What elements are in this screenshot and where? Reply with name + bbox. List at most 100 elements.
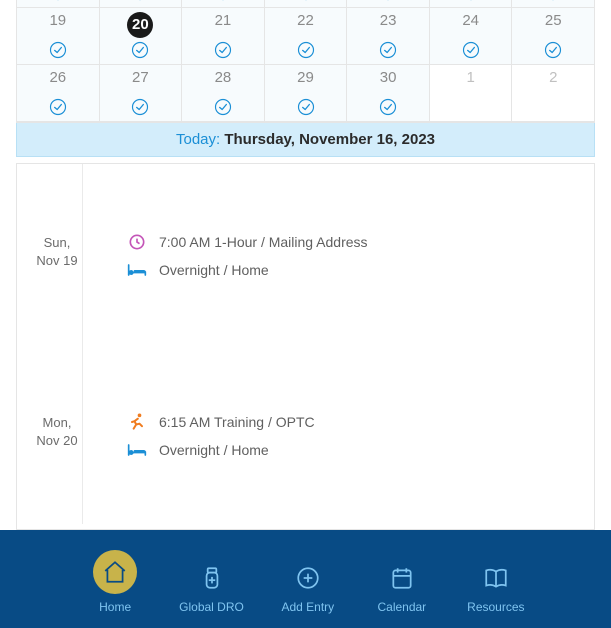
check-circle-icon [296, 0, 316, 2]
schedule-event[interactable]: Overnight / Home [97, 436, 594, 464]
check-circle-icon [461, 0, 481, 2]
schedule-event-text: 6:15 AM Training / OPTC [159, 414, 315, 430]
calendar-row: 19 20 2122232425 [17, 8, 594, 65]
schedule-list[interactable]: Sun,Nov 197:00 AM 1-Hour / Mailing Addre… [16, 163, 595, 530]
check-circle-icon [378, 97, 398, 117]
calendar-day[interactable]: 25 [512, 8, 594, 65]
calendar-day-number: 26 [17, 65, 99, 86]
today-date: Thursday, November 16, 2023 [224, 131, 435, 148]
check-circle-icon [48, 0, 68, 2]
calendar-day[interactable] [17, 0, 100, 8]
calendar-day-number: 2 [512, 65, 594, 86]
book-icon [480, 562, 512, 594]
check-circle-icon [543, 40, 563, 60]
nav-home-label: Home [99, 600, 131, 614]
check-circle-icon [130, 97, 150, 117]
bottom-nav: Home Global DRO Add Entry Calendar Resou… [0, 530, 611, 628]
run-icon [127, 412, 147, 432]
calendar-day[interactable]: 27 [100, 65, 183, 122]
check-circle-icon [296, 97, 316, 117]
schedule-day-label: Sun,Nov 19 [17, 164, 97, 270]
schedule-inner: Sun,Nov 197:00 AM 1-Hour / Mailing Addre… [17, 164, 594, 530]
nav-global-dro[interactable]: Global DRO [179, 562, 244, 614]
calendar-row [17, 0, 594, 8]
nav-calendar[interactable]: Calendar [372, 562, 432, 614]
calendar-day[interactable]: 30 [347, 65, 430, 122]
calendar-day[interactable] [265, 0, 348, 8]
schedule-event[interactable]: Overnight / Home [97, 256, 594, 284]
calendar-day[interactable]: 19 [17, 8, 100, 65]
calendar-day-number: 19 [17, 8, 99, 29]
day-date: Nov 20 [17, 432, 97, 450]
calendar-icon [386, 562, 418, 594]
nav-home[interactable]: Home [85, 550, 145, 614]
check-circle-icon [543, 0, 563, 2]
pill-bottle-icon [196, 562, 228, 594]
check-circle-icon [213, 0, 233, 2]
calendar-day[interactable] [347, 0, 430, 8]
nav-add-entry[interactable]: Add Entry [278, 562, 338, 614]
schedule-event[interactable]: 7:00 AM 1-Hour / Mailing Address [97, 228, 594, 256]
check-circle-icon [213, 97, 233, 117]
calendar-day-number: 27 [100, 65, 182, 86]
content-area: 19202122232425262728293012 Today: Thursd… [0, 0, 611, 530]
schedule-day: Mon,Nov 20 6:15 AM Training / OPTC Overnig… [17, 344, 594, 524]
calendar-day[interactable] [512, 0, 594, 8]
check-circle-icon [378, 40, 398, 60]
check-circle-icon [130, 40, 150, 60]
calendar-day[interactable]: 22 [265, 8, 348, 65]
check-circle-icon [378, 0, 398, 2]
calendar-day-number: 22 [265, 8, 347, 29]
check-circle-icon [48, 40, 68, 60]
calendar-day[interactable] [182, 0, 265, 8]
nav-resources[interactable]: Resources [466, 562, 526, 614]
today-banner[interactable]: Today: Thursday, November 16, 2023 [16, 123, 595, 157]
today-label: Today: [176, 131, 224, 148]
schedule-day: Sun,Nov 197:00 AM 1-Hour / Mailing Addre… [17, 164, 594, 344]
plus-circle-icon [292, 562, 324, 594]
calendar-day-number: 28 [182, 65, 264, 86]
bed-icon [127, 260, 147, 280]
check-circle-icon [130, 0, 150, 2]
day-of-week: Sun, [17, 234, 97, 252]
calendar-day-number: 20 [127, 12, 153, 38]
check-circle-icon [48, 97, 68, 117]
check-circle-icon [296, 40, 316, 60]
calendar-row: 262728293012 [17, 65, 594, 122]
check-circle-icon [213, 40, 233, 60]
schedule-event-text: Overnight / Home [159, 262, 269, 278]
month-calendar: 19202122232425262728293012 [16, 0, 595, 123]
calendar-day-number: 25 [512, 8, 594, 29]
day-of-week: Mon, [17, 414, 97, 432]
bed-icon [127, 440, 147, 460]
calendar-day-number: 21 [182, 8, 264, 29]
calendar-day[interactable]: 21 [182, 8, 265, 65]
calendar-day[interactable] [100, 0, 183, 8]
calendar-day[interactable] [430, 0, 513, 8]
home-icon [99, 556, 131, 588]
calendar-day-number: 23 [347, 8, 429, 29]
nav-resources-label: Resources [467, 600, 524, 614]
calendar-day[interactable]: 29 [265, 65, 348, 122]
calendar-day[interactable]: 28 [182, 65, 265, 122]
app-root: 19202122232425262728293012 Today: Thursd… [0, 0, 611, 628]
calendar-day-number: 30 [347, 65, 429, 86]
schedule-event-text: Overnight / Home [159, 442, 269, 458]
schedule-day-label: Mon,Nov 20 [17, 344, 97, 450]
nav-calendar-label: Calendar [377, 600, 426, 614]
calendar-day[interactable]: 23 [347, 8, 430, 65]
schedule-event[interactable]: 6:15 AM Training / OPTC [97, 408, 594, 436]
check-circle-icon [461, 40, 481, 60]
calendar-day-number: 29 [265, 65, 347, 86]
calendar-day[interactable]: 26 [17, 65, 100, 122]
calendar-day[interactable]: 1 [430, 65, 513, 122]
calendar-day-number: 24 [430, 8, 512, 29]
day-date: Nov 19 [17, 252, 97, 270]
nav-add-entry-label: Add Entry [281, 600, 334, 614]
calendar-day-number: 1 [430, 65, 512, 86]
calendar-day[interactable]: 2 [512, 65, 594, 122]
calendar-day[interactable]: 20 [100, 8, 183, 65]
calendar-day[interactable]: 24 [430, 8, 513, 65]
clock-icon [127, 232, 147, 252]
schedule-day-events: 6:15 AM Training / OPTC Overnight / Home [97, 344, 594, 524]
